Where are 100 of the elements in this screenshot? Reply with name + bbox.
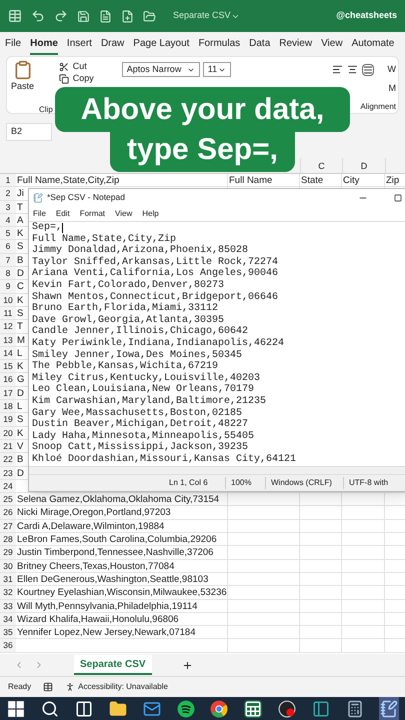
window-title: *Sep CSV - Notepad	[47, 191, 125, 204]
accessibility-status[interactable]: Accessibility: Unavailable	[65, 681, 168, 693]
ribbon-tab[interactable]: View	[321, 34, 343, 54]
row-number[interactable]: 13	[0, 334, 16, 346]
row-number[interactable]: 14	[0, 346, 16, 360]
text-line: Gary Wee,Massachusetts,Boston,02185	[32, 408, 242, 418]
ribbon-tab[interactable]: Data	[249, 34, 270, 54]
table-cell: Yennifer Lopez,New Jersey,Newark,07184	[17, 626, 196, 640]
column-header[interactable]: C	[300, 158, 342, 173]
sheet-tab[interactable]: Separate CSV	[74, 655, 152, 675]
row-number[interactable]: 36	[0, 639, 16, 652]
menu-item[interactable]: Help	[142, 208, 159, 220]
merge-button[interactable]: M	[388, 82, 396, 95]
row-number[interactable]: 15	[0, 360, 16, 372]
row-number[interactable]: 17	[0, 386, 16, 400]
menu-item[interactable]: Edit	[56, 208, 70, 220]
row-number[interactable]: 28	[0, 533, 16, 546]
menu-item[interactable]: View	[115, 208, 132, 220]
ribbon-tab[interactable]: Draw	[100, 34, 124, 54]
row-number[interactable]: 32	[0, 586, 16, 598]
status-line-ending: Windows (CRLF)	[265, 477, 343, 489]
text-line: Dustin Beaver,Michigan,Detroit,48227	[32, 419, 248, 430]
folder-icon[interactable]	[143, 10, 156, 22]
menu-item[interactable]: File	[33, 208, 46, 220]
menu-item[interactable]: Format	[80, 208, 106, 220]
row-number[interactable]: 6	[0, 240, 16, 253]
row-number[interactable]: 29	[0, 546, 16, 559]
align-bottom-icon[interactable]	[362, 64, 374, 76]
wrap-text-button[interactable]: W	[388, 63, 396, 76]
new-file-icon[interactable]	[121, 10, 134, 22]
row-number[interactable]: 30	[0, 560, 16, 572]
row-number[interactable]: 35	[0, 626, 16, 638]
group-label: Clip	[39, 104, 53, 116]
paste-button[interactable]: Paste	[11, 60, 34, 94]
maximize-icon[interactable]	[394, 194, 402, 202]
font-size-select[interactable]: 11	[202, 62, 231, 77]
ribbon-tab[interactable]: Automate	[352, 34, 394, 54]
ribbon-tab[interactable]: File	[5, 34, 22, 54]
table-cell: Britney Cheers,Texas,Houston,77084	[17, 560, 174, 573]
ribbon-tab[interactable]: Insert	[66, 34, 92, 54]
row-number[interactable]: 5	[0, 227, 16, 240]
cut-button[interactable]: Cut	[58, 61, 94, 72]
status-text: Ready	[8, 681, 32, 693]
row-number[interactable]: 33	[0, 600, 16, 612]
redo-icon[interactable]	[54, 9, 68, 23]
document-title[interactable]: Separate CSV	[173, 9, 240, 23]
macro-icon[interactable]	[43, 682, 54, 692]
search-icon	[40, 700, 59, 718]
undo-icon[interactable]	[31, 9, 45, 23]
row-number[interactable]: 12	[0, 320, 16, 333]
row-number[interactable]: 24	[0, 480, 16, 492]
table-cell: Kourtney Eyelashian,Wisconsin,Milwaukee,53236	[17, 586, 227, 600]
text-line: Smiley Jenner,Iowa,Des Moines,50345	[32, 350, 242, 361]
font-select[interactable]: Aptos Narrow	[122, 62, 200, 77]
document-icon[interactable]	[99, 10, 112, 22]
row-number[interactable]: 4	[0, 214, 16, 226]
taskbar-button[interactable]	[243, 697, 264, 720]
row-number[interactable]: 11	[0, 306, 16, 320]
ribbon-tab[interactable]: Review	[279, 34, 312, 54]
row-number[interactable]: 20	[0, 426, 16, 439]
ribbon-tab[interactable]: Formulas	[198, 34, 240, 54]
name-box[interactable]: B2	[6, 123, 52, 141]
scrollbar[interactable]	[29, 466, 405, 474]
table-cell: L	[17, 346, 22, 360]
copy-button[interactable]: Copy	[58, 73, 94, 84]
row-number[interactable]: 10	[0, 294, 16, 306]
row-number[interactable]: 31	[0, 572, 16, 586]
row-number[interactable]: 23	[0, 466, 16, 479]
row-number[interactable]: 8	[0, 267, 16, 280]
row-number[interactable]: 22	[0, 453, 16, 466]
text-line: Taylor Sniffed,Arkansas,Little Rock,72274	[32, 256, 278, 268]
text-line: Full Name,State,City,Zip	[32, 234, 176, 245]
add-sheet-icon[interactable]	[182, 660, 193, 670]
row-number[interactable]: 2	[0, 187, 16, 200]
table-cell: Full Name,State,City,Zip	[17, 174, 120, 187]
table-cell: Will Myth,Pennsylvania,Philadelphia,19114	[17, 600, 198, 612]
row-number[interactable]: 21	[0, 440, 16, 452]
app-logo-icon	[8, 9, 22, 23]
table-cell: A	[17, 214, 24, 227]
ribbon-tab[interactable]: Page Layout	[133, 34, 190, 54]
scissors-icon	[58, 62, 69, 72]
row-number[interactable]: 16	[0, 373, 16, 386]
row-number[interactable]: 34	[0, 612, 16, 626]
panel-icon	[312, 700, 330, 718]
align-top-icon[interactable]	[332, 64, 342, 76]
row-number[interactable]: 7	[0, 254, 16, 266]
taskbar-button[interactable]	[379, 697, 400, 720]
row-number[interactable]: 18	[0, 400, 16, 412]
row-number[interactable]: 1	[0, 174, 16, 186]
save-icon[interactable]	[77, 10, 90, 22]
status-zoom: 100%	[225, 477, 265, 489]
row-number[interactable]: 9	[0, 280, 16, 293]
column-header[interactable]: D	[342, 158, 385, 173]
row-number[interactable]: 25	[0, 493, 16, 506]
row-number[interactable]: 19	[0, 413, 16, 426]
row-number[interactable]: 27	[0, 520, 16, 532]
text-line: Lady Haha,Minnesota,Minneapolis,55405	[32, 430, 254, 442]
row-number[interactable]: 3	[0, 200, 16, 213]
align-middle-icon[interactable]	[346, 64, 358, 76]
row-number[interactable]: 26	[0, 506, 16, 519]
